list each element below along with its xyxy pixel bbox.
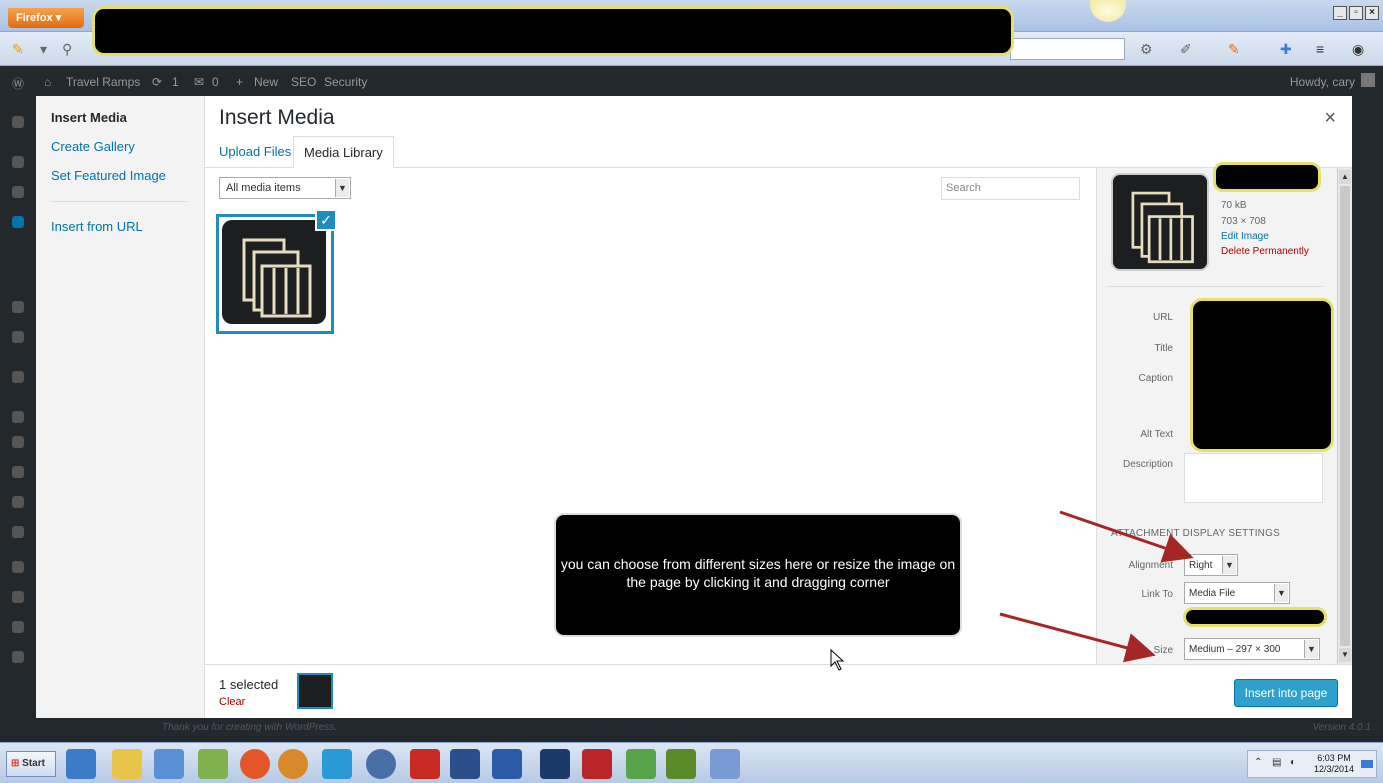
- thunderbird-icon[interactable]: [366, 749, 396, 779]
- clock[interactable]: 6:03 PM 12/3/2014: [1314, 753, 1354, 775]
- word-icon[interactable]: [492, 749, 522, 779]
- wp-footer: Thank you for creating with WordPress. V…: [36, 718, 1383, 742]
- explorer-icon[interactable]: [112, 749, 142, 779]
- clock-time: 6:03 PM: [1317, 753, 1351, 763]
- audible-icon[interactable]: [450, 749, 480, 779]
- media-player-icon[interactable]: [154, 749, 184, 779]
- skype-icon[interactable]: [322, 749, 352, 779]
- network-app-icon[interactable]: [710, 749, 740, 779]
- notes-icon[interactable]: [198, 749, 228, 779]
- annotation-arrows: [830, 510, 1194, 671]
- chrome-icon[interactable]: [240, 749, 270, 779]
- filezilla-icon[interactable]: [582, 749, 612, 779]
- evernote-icon[interactable]: [626, 749, 656, 779]
- firefox-icon[interactable]: [278, 749, 308, 779]
- photoshop-icon[interactable]: [540, 749, 570, 779]
- footer-version: Version 4.0.1: [1312, 722, 1371, 733]
- show-desktop-icon[interactable]: [66, 749, 96, 779]
- start-button[interactable]: ⊞ Start: [6, 751, 56, 777]
- tray-expand-icon[interactable]: ⌃: [1254, 757, 1262, 768]
- system-tray: ⌃ ▤ ◐ 6:03 PM 12/3/2014: [1247, 750, 1377, 778]
- start-label: Start: [22, 758, 45, 769]
- dreamweaver-icon[interactable]: [666, 749, 696, 779]
- clock-date: 12/3/2014: [1313, 764, 1354, 774]
- mouse-cursor-icon: [830, 648, 845, 671]
- show-desktop-button[interactable]: [1361, 760, 1373, 768]
- footer-thanks: Thank you for creating with WordPress.: [162, 722, 338, 733]
- network-icon[interactable]: ▤: [1272, 757, 1281, 768]
- volume-icon[interactable]: ◐: [1290, 757, 1296, 768]
- arrow-to-alignment: [1059, 510, 1194, 563]
- acrobat-icon[interactable]: [410, 749, 440, 779]
- windows-taskbar: ⊞ Start ⌃ ▤ ◐ 6:03 PM 12/3/2014: [0, 742, 1383, 783]
- windows-logo-icon: ⊞: [11, 758, 20, 769]
- tutorial-callout: you can choose from different sizes here…: [554, 513, 962, 637]
- arrow-to-size: [999, 612, 1156, 663]
